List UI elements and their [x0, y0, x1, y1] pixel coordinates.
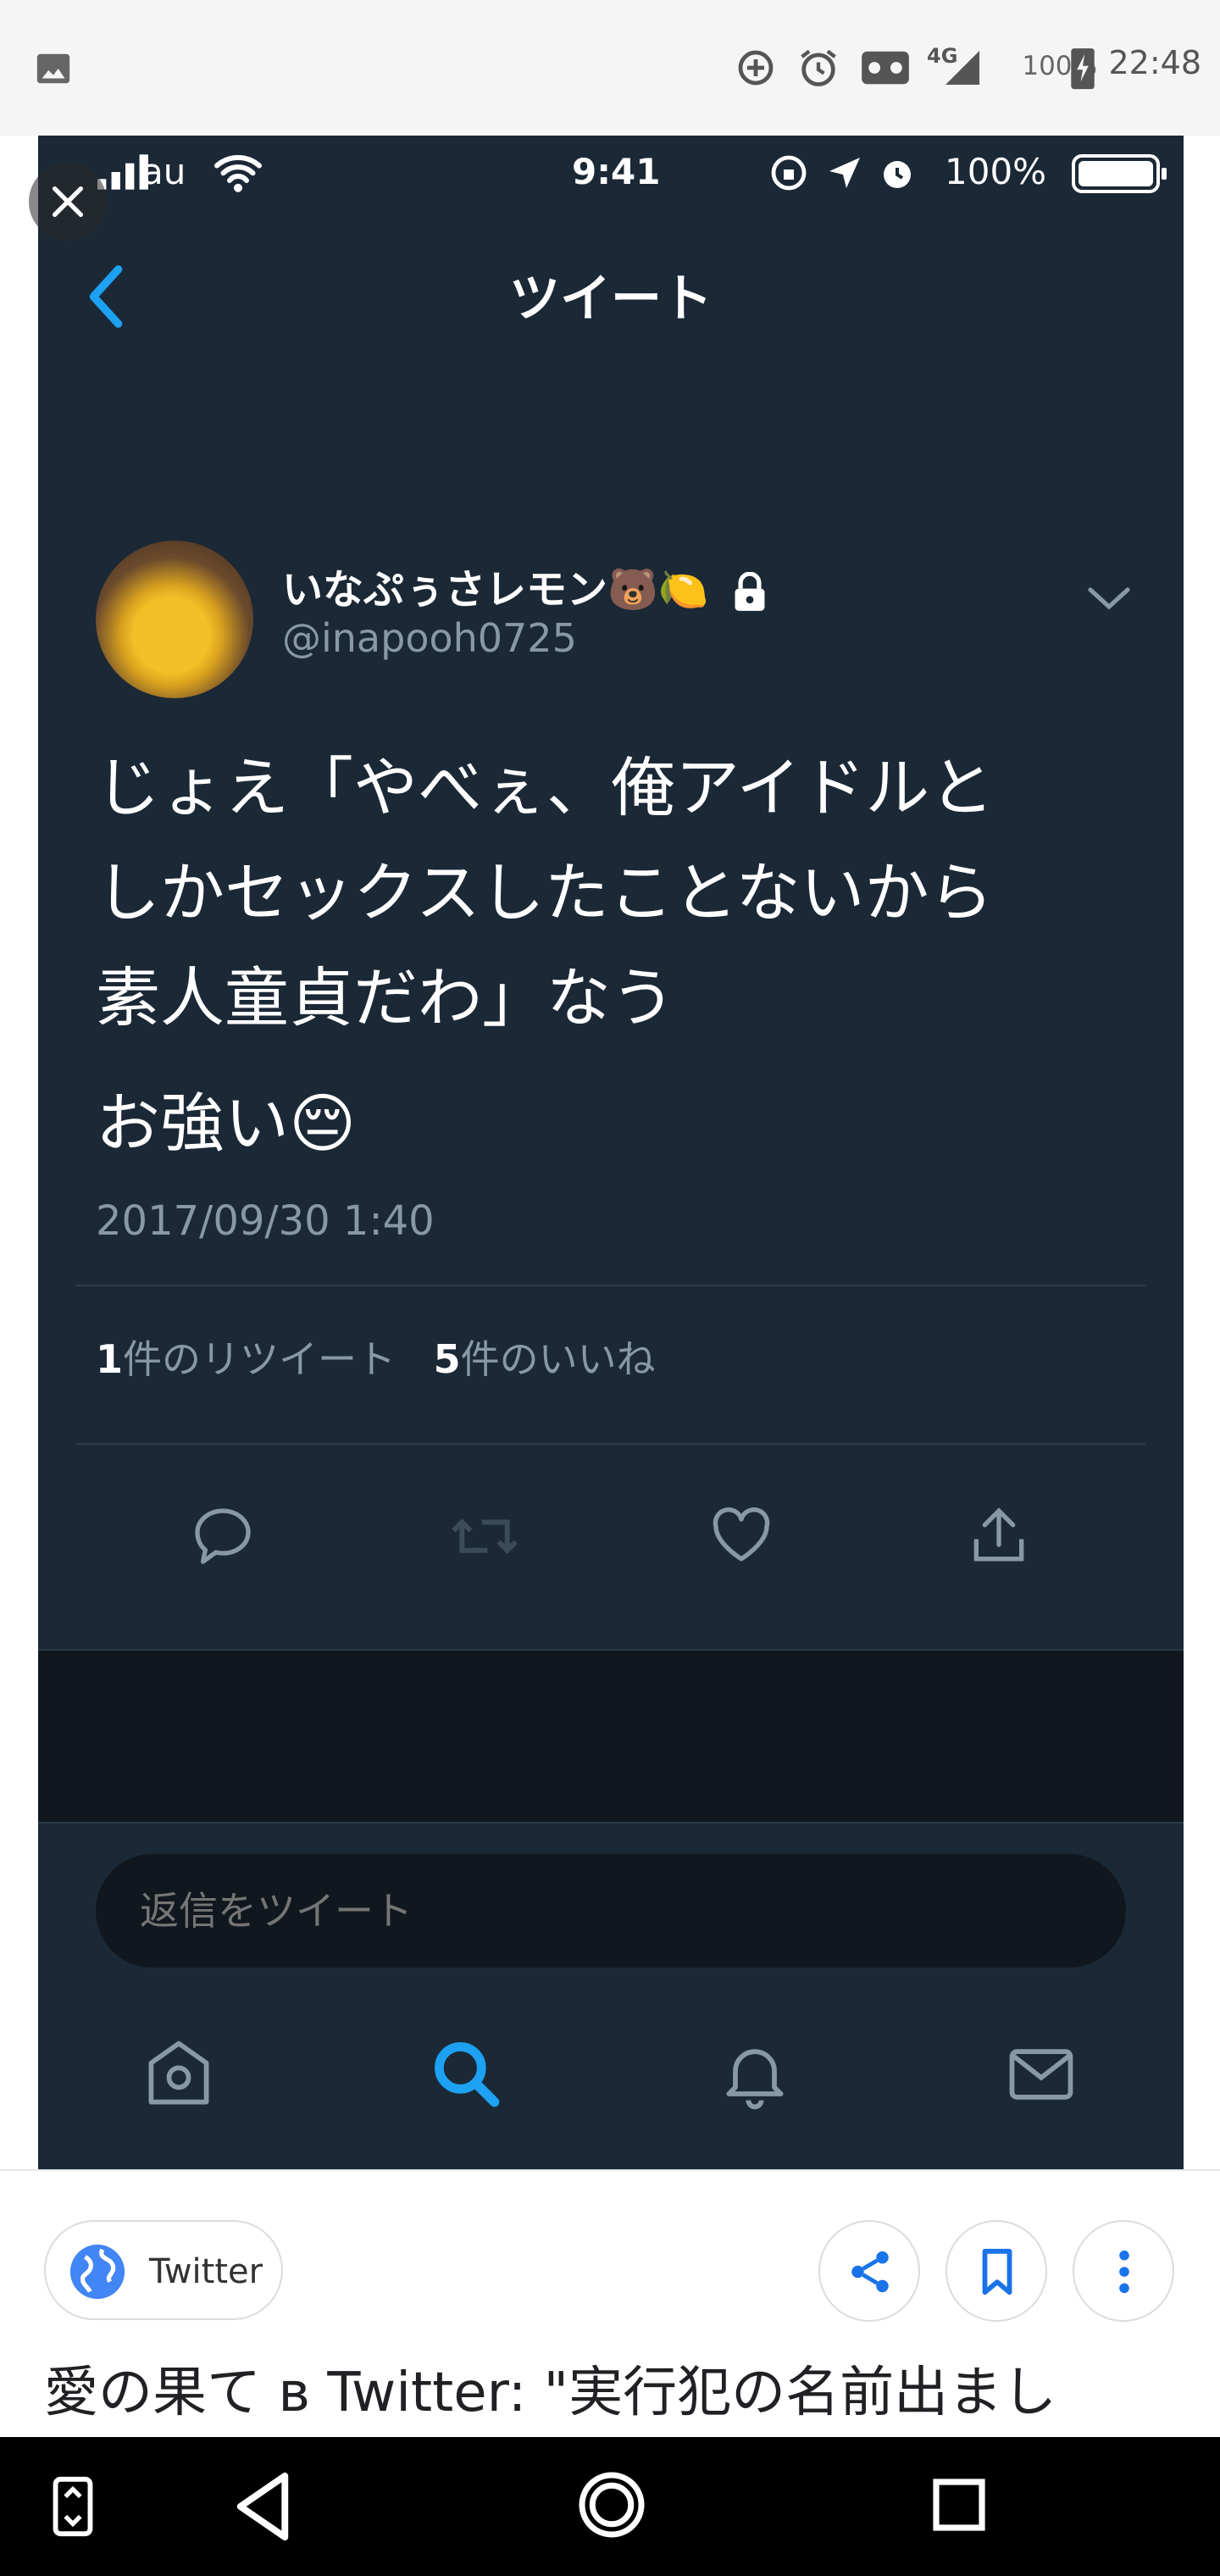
close-icon: [52, 186, 84, 218]
reply-bar: [38, 1822, 1184, 2169]
tweet-screenshot: au 9:41 100% ツイート いなぷぅさレモン🐻🍋 @inapooh072…: [38, 136, 1184, 2169]
user-handle[interactable]: @inapooh0725: [282, 615, 577, 661]
display-name-text: いなぷぅさレモン: [282, 566, 608, 613]
recents-nav-icon[interactable]: [929, 2474, 990, 2535]
tweet-detail: いなぷぅさレモン🐻🍋 @inapooh0725 じょえ「やべぇ、俺アイドルと し…: [38, 363, 1184, 1651]
retweets-stat[interactable]: 1件のリツイート: [96, 1336, 396, 1382]
signal-icon: [946, 51, 979, 85]
tweet-text-line: しかセックスしたことないから: [96, 855, 994, 930]
ios-battery-icon: [1072, 154, 1167, 193]
mail-icon[interactable]: [1002, 2035, 1080, 2113]
reply-input[interactable]: [96, 1854, 1126, 1968]
avatar[interactable]: [96, 541, 253, 698]
likes-stat[interactable]: 5件のいいね: [434, 1336, 656, 1382]
bookmark-button[interactable]: [946, 2220, 1047, 2322]
tweet-nav-bar: ツイート: [38, 208, 1184, 364]
retweet-icon[interactable]: [446, 1502, 523, 1570]
ios-status-bar: au 9:41 100%: [38, 136, 1184, 208]
back-nav-icon[interactable]: [229, 2468, 297, 2545]
divider: [76, 1443, 1145, 1445]
wifi-icon: [214, 155, 262, 192]
tweet-timestamp: 2017/09/30 1:40: [96, 1197, 435, 1245]
tweet-text: じょえ「やべぇ、俺アイドルと しかセックスしたことないから 素人童貞だわ」なう …: [96, 736, 1155, 1176]
sync-icon: [738, 50, 774, 86]
rotate-screen-icon[interactable]: [47, 2474, 98, 2539]
alarm-icon: [801, 49, 836, 86]
ios-alarm-icon: [884, 161, 911, 188]
location-icon: [829, 158, 860, 188]
likes-label: 件のいいね: [460, 1336, 656, 1382]
like-icon[interactable]: [706, 1502, 777, 1570]
tweet-text-second: お強い: [96, 1085, 289, 1161]
globe-icon: [69, 2244, 125, 2300]
more-vert-icon: [1119, 2250, 1129, 2294]
retweets-label: 件のリツイート: [123, 1336, 396, 1382]
likes-count: 5: [433, 1336, 461, 1382]
tweet-text-line: 素人童貞だわ」なう: [96, 960, 675, 1035]
home-nav-icon[interactable]: [576, 2469, 647, 2540]
carrier-label: au: [141, 151, 186, 192]
home-icon[interactable]: [140, 2035, 218, 2113]
android-nav-bar: [0, 2437, 1220, 2576]
ios-clock: 9:41: [572, 151, 661, 192]
android-clock: 22:48: [1108, 44, 1201, 81]
voicemail-icon: [862, 51, 909, 85]
divider: [38, 1649, 1184, 1651]
result-title[interactable]: 愛の果て в Twitter: "実行犯の名前出まし: [44, 2349, 1056, 2427]
reply-icon[interactable]: [189, 1502, 257, 1570]
lemon-emoji: 🍋: [657, 566, 709, 613]
search-icon[interactable]: [428, 2035, 506, 2113]
divider: [76, 1285, 1145, 1286]
retweets-count: 1: [96, 1336, 124, 1382]
more-options-button[interactable]: [1073, 2220, 1174, 2322]
pensive-emoji: 😔: [289, 1085, 357, 1161]
lock-icon: [735, 572, 765, 611]
ios-battery-percent: 100%: [945, 151, 1047, 192]
close-button[interactable]: [29, 163, 107, 241]
display-name[interactable]: いなぷぅさレモン🐻🍋: [282, 556, 768, 615]
bear-emoji: 🐻: [607, 566, 658, 613]
share-icon[interactable]: [963, 1502, 1034, 1570]
source-label: Twitter: [149, 2252, 263, 2291]
tweet-text-line: じょえ「やべぇ、俺アイドルと: [96, 750, 995, 825]
tweet-text-line: お強い😔: [96, 1071, 1155, 1176]
image-info-panel: Twitter 愛の果て в Twitter: "実行犯の名前出まし: [0, 2169, 1220, 2439]
rotation-lock-icon: [771, 155, 807, 191]
page-title: ツイート: [509, 269, 713, 329]
share-icon: [851, 2251, 889, 2293]
bell-icon[interactable]: [716, 2035, 794, 2113]
bookmark-icon: [982, 2248, 1012, 2296]
tweet-stats: 1件のリツイート 5件のいいね: [96, 1329, 656, 1385]
battery-charging-icon: [1071, 48, 1095, 90]
source-chip[interactable]: Twitter: [44, 2220, 283, 2320]
image-icon: [36, 53, 70, 84]
android-status-bar: 4G 100% 22:48: [0, 0, 1220, 136]
chevron-down-icon[interactable]: [1087, 585, 1131, 612]
share-button[interactable]: [818, 2220, 920, 2322]
